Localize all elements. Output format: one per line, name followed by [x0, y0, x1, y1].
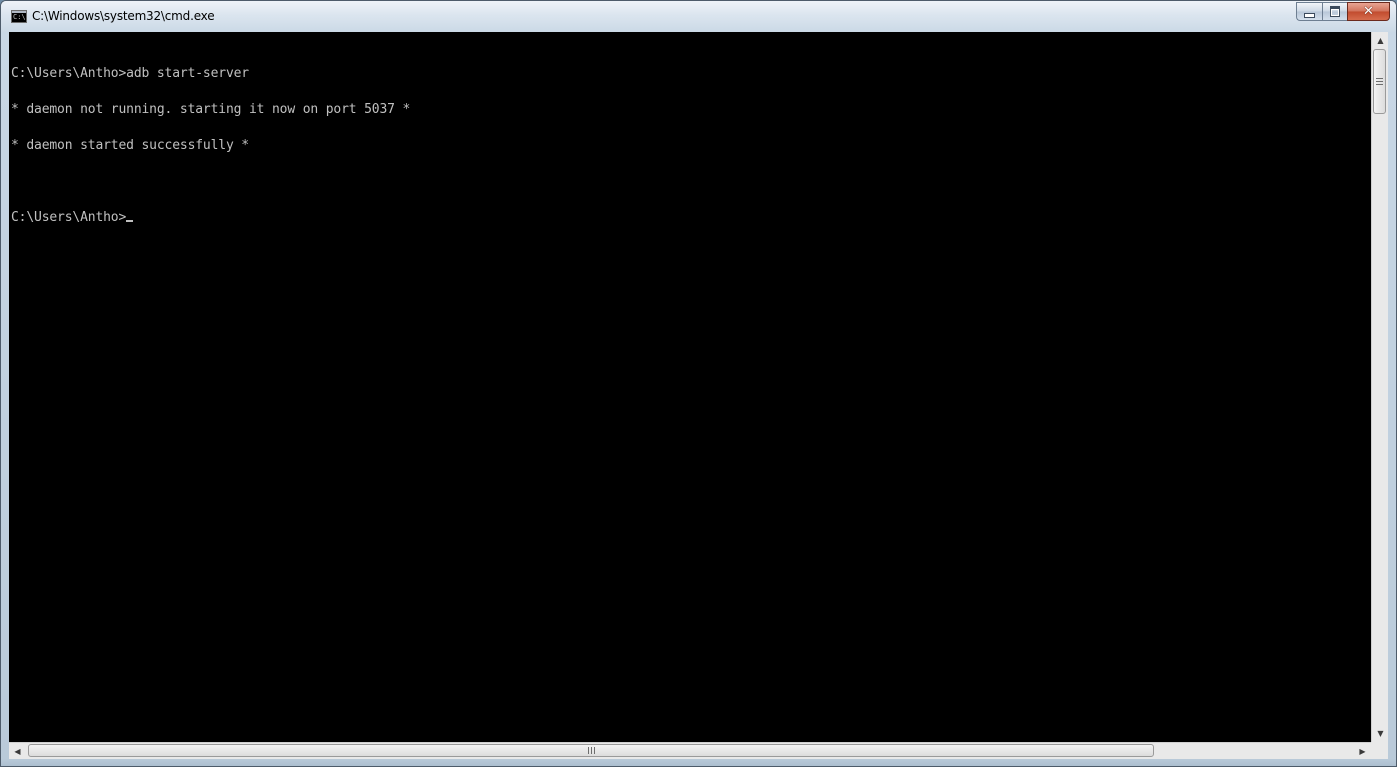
- scroll-up-button[interactable]: ▲: [1372, 32, 1389, 49]
- console-line: C:\Users\Antho>adb start-server: [11, 66, 249, 81]
- console-line: * daemon started successfully *: [11, 138, 249, 153]
- window-controls: ✕: [1296, 2, 1390, 21]
- maximize-icon: [1330, 6, 1340, 17]
- horizontal-scroll-thumb[interactable]: [28, 744, 1154, 757]
- console-prompt-line[interactable]: C:\Users\Antho>: [11, 210, 410, 225]
- window-bottom-frame[interactable]: [1, 759, 1396, 766]
- scroll-left-button[interactable]: ◀: [9, 743, 26, 760]
- horizontal-scrollbar[interactable]: ◀ ▶: [9, 742, 1371, 759]
- scroll-down-button[interactable]: ▼: [1372, 725, 1389, 742]
- close-icon: ✕: [1363, 4, 1374, 19]
- scroll-up-icon: ▲: [1377, 36, 1384, 45]
- scroll-right-icon: ▶: [1359, 747, 1366, 756]
- vertical-scrollbar[interactable]: ▲ ▼: [1371, 32, 1388, 742]
- vertical-scroll-thumb[interactable]: [1373, 49, 1386, 114]
- cmd-icon[interactable]: C:\: [11, 10, 27, 23]
- grip-icon: [587, 747, 595, 754]
- grip-icon: [1376, 78, 1383, 85]
- console-line: * daemon not running. starting it now on…: [11, 102, 411, 117]
- scrollbar-corner: [1371, 742, 1388, 759]
- maximize-button[interactable]: [1322, 2, 1347, 21]
- scroll-down-icon: ▼: [1377, 729, 1384, 738]
- text-cursor: [126, 220, 134, 222]
- console-output[interactable]: C:\Users\Antho>adb start-server * daemon…: [9, 32, 1371, 742]
- minimize-icon: [1304, 12, 1315, 18]
- title-bar[interactable]: C:\ C:\Windows\system32\cmd.exe ✕: [1, 1, 1396, 32]
- console-text: C:\Users\Antho>adb start-server * daemon…: [11, 44, 410, 248]
- minimize-button[interactable]: [1296, 2, 1322, 21]
- scroll-right-button[interactable]: ▶: [1354, 743, 1371, 760]
- window-title: C:\Windows\system32\cmd.exe: [32, 9, 215, 23]
- close-button[interactable]: ✕: [1347, 2, 1390, 21]
- console-prompt: C:\Users\Antho>: [11, 210, 127, 225]
- cmd-window: C:\ C:\Windows\system32\cmd.exe ✕ C:\Use…: [0, 0, 1397, 767]
- cmd-icon-text: C:\: [13, 13, 26, 21]
- scroll-left-icon: ◀: [14, 747, 21, 756]
